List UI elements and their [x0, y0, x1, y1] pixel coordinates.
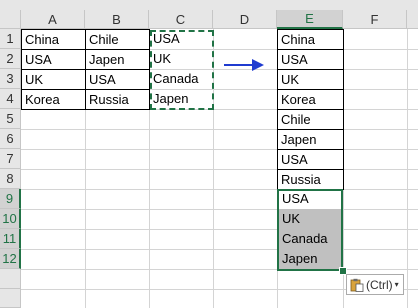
selection-range [277, 189, 343, 271]
column-header-f[interactable]: F [343, 10, 407, 29]
row-header-3[interactable]: 3 [0, 69, 21, 89]
cell-a2[interactable]: USA [21, 49, 86, 70]
gridline [21, 149, 418, 150]
cell-e7[interactable]: USA [277, 149, 344, 170]
cell-a4[interactable]: Korea [21, 89, 86, 110]
select-all-corner[interactable] [0, 10, 21, 29]
column-header-d[interactable]: D [213, 10, 277, 29]
gridline [21, 189, 418, 190]
cell-e2[interactable]: USA [277, 49, 344, 70]
column-header-a[interactable]: A [21, 10, 85, 29]
clipboard-icon [350, 278, 364, 292]
cell-b1[interactable]: Chile [85, 29, 150, 50]
cell-e5[interactable]: Chile [277, 109, 344, 130]
row-header-5[interactable]: 5 [0, 109, 21, 129]
cell-e4[interactable]: Korea [277, 89, 344, 110]
row-header-9[interactable]: 9 [0, 189, 21, 209]
row-header-10[interactable]: 10 [0, 209, 21, 229]
row-header-13[interactable] [0, 269, 21, 289]
copy-marquee [150, 30, 214, 110]
row-header-8[interactable]: 8 [0, 169, 21, 189]
column-header-c[interactable]: C [149, 10, 213, 29]
row-header-11[interactable]: 11 [0, 229, 21, 249]
gridline [21, 169, 418, 170]
gridline [21, 129, 418, 130]
row-header-1[interactable]: 1 [0, 29, 21, 49]
cell-b2[interactable]: Japen [85, 49, 150, 70]
gridline [21, 269, 418, 270]
row-header-6[interactable]: 6 [0, 129, 21, 149]
cell-e1[interactable]: China [277, 29, 344, 50]
cell-e8[interactable]: Russia [277, 169, 344, 190]
paste-options-button[interactable]: (Ctrl) ▾ [346, 274, 404, 295]
chevron-down-icon: ▾ [394, 280, 399, 289]
column-header-g[interactable] [407, 10, 418, 29]
arrow-right-icon [224, 59, 264, 71]
cell-e3[interactable]: UK [277, 69, 344, 90]
cell-b3[interactable]: USA [85, 69, 150, 90]
gridline [21, 249, 418, 250]
row-header-14[interactable] [0, 289, 21, 308]
gridline [21, 229, 418, 230]
gridline [21, 209, 418, 210]
row-header-4[interactable]: 4 [0, 89, 21, 109]
row-header-12[interactable]: 12 [0, 249, 21, 269]
cell-b4[interactable]: Russia [85, 89, 150, 110]
row-header-2[interactable]: 2 [0, 49, 21, 69]
column-header-e[interactable]: E [277, 10, 343, 29]
row-header-7[interactable]: 7 [0, 149, 21, 169]
cell-a1[interactable]: China [21, 29, 86, 50]
column-header-b[interactable]: B [85, 10, 149, 29]
paste-options-label: (Ctrl) [366, 277, 393, 292]
cell-a3[interactable]: UK [21, 69, 86, 90]
cell-e6[interactable]: Japen [277, 129, 344, 150]
